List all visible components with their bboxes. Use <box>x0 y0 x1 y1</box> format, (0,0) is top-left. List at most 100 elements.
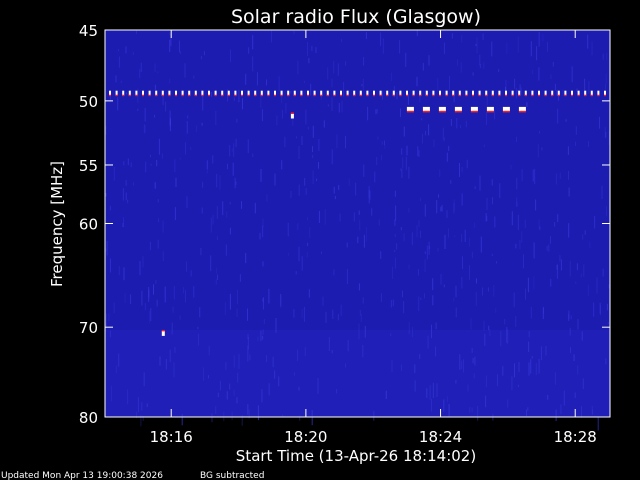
rfi-band-mark-edge <box>148 94 151 97</box>
noise-streak <box>400 108 401 117</box>
noise-streak <box>307 126 309 130</box>
rfi-band-mark-edge <box>287 94 290 97</box>
noise-streak <box>212 155 214 164</box>
noise-streak <box>374 171 376 183</box>
noise-streak <box>217 274 219 280</box>
noise-streak <box>511 211 513 226</box>
noise-streak <box>130 294 132 305</box>
noise-streak <box>368 189 370 204</box>
noise-streak <box>515 136 517 142</box>
noise-streak <box>422 133 423 144</box>
noise-streak <box>371 208 373 216</box>
rfi-pulse <box>486 106 494 111</box>
noise-streak <box>365 32 367 39</box>
noise-streak <box>557 214 559 223</box>
noise-streak <box>232 162 234 176</box>
noise-streak <box>556 89 558 96</box>
noise-streak <box>139 261 141 276</box>
noise-streak <box>584 78 586 92</box>
noise-streak <box>137 88 139 103</box>
noise-streak <box>455 307 457 318</box>
noise-streak <box>287 222 289 237</box>
rfi-band-mark-edge <box>458 94 461 97</box>
noise-streak <box>338 103 340 113</box>
noise-streak <box>162 153 164 159</box>
footer-updated: Updated Mon Apr 13 19:00:38 2026 <box>1 471 163 480</box>
noise-streak <box>517 36 519 53</box>
noise-streak <box>332 309 334 320</box>
noise-streak <box>105 125 107 135</box>
rfi-band-mark-edge <box>307 94 309 97</box>
rfi-pulse-edge <box>438 110 446 113</box>
noise-streak <box>298 145 300 159</box>
noise-streak <box>327 104 329 107</box>
noise-streak <box>456 118 458 129</box>
noise-streak <box>559 255 561 262</box>
noise-streak <box>396 243 398 250</box>
noise-streak <box>394 249 396 252</box>
noise-streak <box>554 83 556 91</box>
noise-streak <box>408 264 410 270</box>
noise-streak <box>483 320 485 331</box>
footer-note: BG subtracted <box>200 471 264 480</box>
noise-streak <box>318 162 319 169</box>
noise-streak <box>172 306 174 313</box>
noise-streak <box>464 229 466 243</box>
noise-streak <box>461 166 463 173</box>
noise-streak <box>229 201 231 205</box>
rfi-band-mark-edge <box>326 94 329 97</box>
y-tick-label: 55 <box>79 157 98 175</box>
noise-streak <box>527 277 529 293</box>
noise-streak <box>453 203 455 214</box>
noise-streak <box>155 279 157 284</box>
noise-streak <box>482 33 484 40</box>
noise-streak <box>125 180 127 186</box>
x-axis-label: Start Time (13-Apr-26 18:14:02) <box>236 447 476 465</box>
noise-streak <box>424 251 426 255</box>
y-tick-label: 60 <box>79 216 98 234</box>
noise-streak <box>307 242 309 246</box>
noise-streak <box>475 292 477 306</box>
noise-streak <box>297 223 299 230</box>
noise-streak <box>252 153 254 157</box>
rfi-pulse <box>406 106 414 111</box>
noise-streak <box>537 144 539 158</box>
noise-streak <box>524 219 526 229</box>
noise-streak <box>499 183 501 199</box>
noise-streak <box>491 179 493 186</box>
noise-streak <box>336 134 338 149</box>
noise-streak <box>282 110 284 119</box>
noise-streak <box>259 232 261 240</box>
noise-streak <box>154 114 156 118</box>
noise-streak <box>584 230 586 235</box>
noise-streak <box>312 154 314 159</box>
noise-streak <box>175 177 177 187</box>
noise-streak <box>376 109 378 113</box>
noise-streak <box>401 169 403 179</box>
rfi-band-mark-edge <box>472 94 474 97</box>
noise-streak <box>363 234 365 248</box>
noise-streak <box>307 216 309 221</box>
noise-streak <box>517 214 519 231</box>
noise-streak <box>238 89 240 103</box>
rfi-band-mark-edge <box>386 94 389 97</box>
noise-streak <box>418 150 420 157</box>
noise-streak <box>127 158 129 166</box>
noise-streak <box>190 146 192 151</box>
noise-streak <box>411 232 413 246</box>
noise-streak <box>215 279 217 285</box>
noise-streak <box>453 297 455 302</box>
noise-streak <box>235 181 237 186</box>
noise-streak <box>395 205 397 221</box>
noise-streak <box>418 269 419 276</box>
noise-streak <box>333 269 335 276</box>
noise-streak <box>594 215 596 229</box>
noise-streak <box>331 97 333 111</box>
noise-streak <box>570 315 572 320</box>
rfi-band-mark-edge <box>584 94 587 97</box>
noise-streak <box>308 58 310 64</box>
noise-streak <box>306 252 308 258</box>
noise-streak <box>472 72 474 76</box>
rfi-band-mark-edge <box>524 94 527 97</box>
noise-streak <box>459 163 460 177</box>
